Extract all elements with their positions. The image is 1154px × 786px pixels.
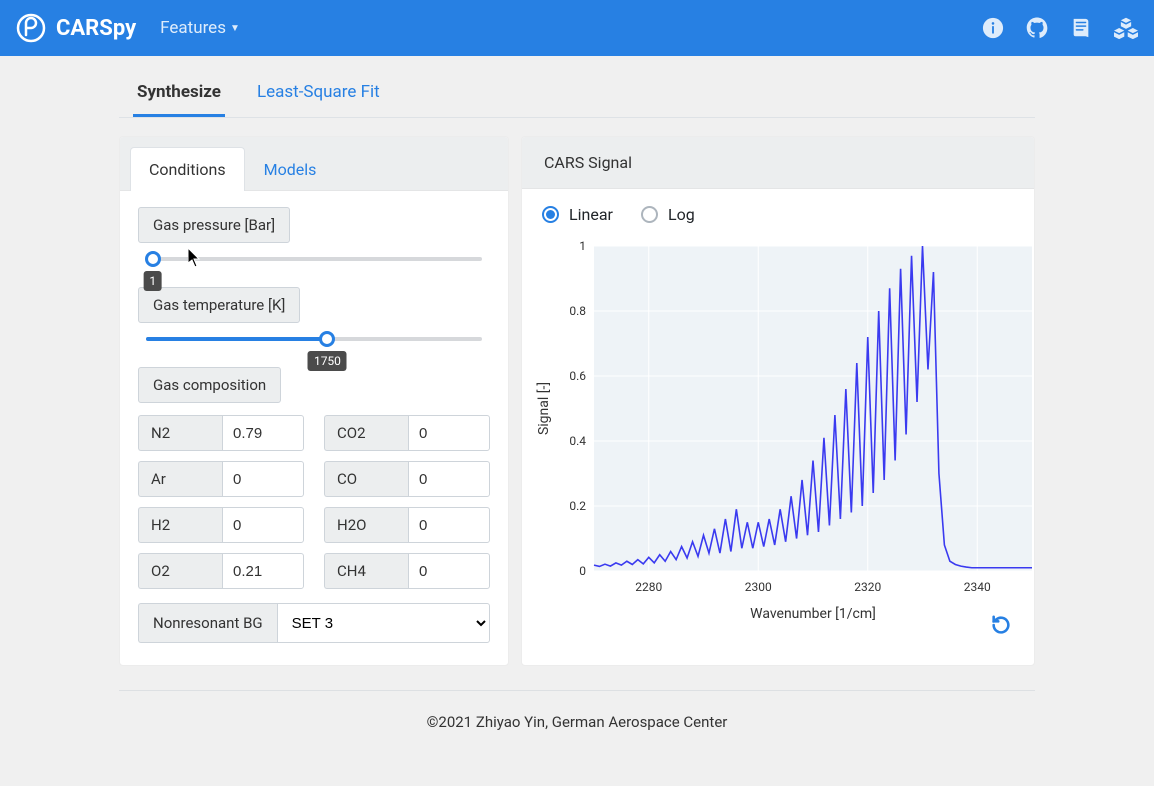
scale-radio-row: Linear Log [542, 205, 1016, 224]
tab-least-square-fit[interactable]: Least-Square Fit [253, 72, 384, 117]
nonresonant-bg-select[interactable]: SET 3 [277, 603, 490, 643]
radio-linear-indicator [542, 206, 559, 223]
conditions-card: Conditions Models Gas pressure [Bar] 1 G [119, 136, 509, 666]
reset-zoom-icon[interactable] [990, 614, 1012, 640]
composition-co2-label: CO2 [324, 415, 408, 451]
pressure-slider[interactable]: 1 [146, 257, 482, 261]
composition-ar-input[interactable] [222, 461, 304, 497]
svg-text:Wavenumber [1/cm]: Wavenumber [1/cm] [750, 606, 876, 622]
conditions-card-header: Conditions Models [120, 137, 508, 191]
tab-synthesize[interactable]: Synthesize [133, 72, 225, 117]
nonresonant-bg-row: Nonresonant BG SET 3 [138, 603, 490, 643]
svg-text:2320: 2320 [854, 580, 881, 594]
radio-log-indicator [641, 206, 658, 223]
svg-text:0.6: 0.6 [569, 369, 586, 383]
svg-text:2340: 2340 [964, 580, 991, 594]
composition-ch4-input[interactable] [408, 553, 490, 589]
temperature-group: Gas temperature [K] 1750 [138, 287, 490, 341]
sub-tabs: Conditions Models [120, 137, 508, 190]
info-icon[interactable] [982, 17, 1004, 39]
nonresonant-bg-label: Nonresonant BG [138, 603, 277, 643]
composition-h2-label: H2 [138, 507, 222, 543]
footer: ©2021 Zhiyao Yin, German Aerospace Cente… [119, 690, 1035, 771]
svg-text:2280: 2280 [635, 580, 662, 594]
pressure-label: Gas pressure [Bar] [138, 207, 290, 243]
signal-card: CARS Signal Linear Log 0 0.2 0.4 0.6 0.8 1 228… [521, 136, 1035, 666]
composition-n2-label: N2 [138, 415, 222, 451]
svg-text:1: 1 [579, 239, 586, 253]
top-tabs: Synthesize Least-Square Fit [119, 72, 1035, 118]
composition-co: CO [324, 461, 490, 497]
composition-h2: H2 [138, 507, 304, 543]
composition-co-label: CO [324, 461, 408, 497]
brand-text: CARSpy [56, 16, 136, 41]
composition-n2-input[interactable] [222, 415, 304, 451]
composition-o2-label: O2 [138, 553, 222, 589]
composition-h2o: H2O [324, 507, 490, 543]
card-row: Conditions Models Gas pressure [Bar] 1 G [119, 136, 1035, 666]
brand-link[interactable]: CARSpy [16, 13, 136, 43]
composition-h2o-label: H2O [324, 507, 408, 543]
svg-text:0.2: 0.2 [569, 499, 586, 513]
composition-ch4: CH4 [324, 553, 490, 589]
composition-label: Gas composition [138, 367, 281, 403]
conditions-body: Gas pressure [Bar] 1 Gas temperature [K]… [120, 191, 508, 665]
signal-card-title: CARS Signal [522, 137, 1034, 189]
svg-text:Signal [-]: Signal [-] [536, 382, 552, 435]
pressure-slider-thumb[interactable] [145, 251, 161, 267]
svg-text:0: 0 [579, 564, 586, 578]
composition-n2: N2 [138, 415, 304, 451]
composition-group: Gas composition N2 CO2 Ar CO H2 H2O O2 CH4 [138, 367, 490, 589]
composition-o2-input[interactable] [222, 553, 304, 589]
composition-co2: CO2 [324, 415, 490, 451]
signal-body: Linear Log 0 0.2 0.4 0.6 0.8 1 2280 2300 2320 234… [522, 189, 1034, 642]
composition-grid: N2 CO2 Ar CO H2 H2O O2 CH4 [138, 415, 490, 589]
svg-text:0.8: 0.8 [569, 304, 586, 318]
composition-h2o-input[interactable] [408, 507, 490, 543]
composition-ch4-label: CH4 [324, 553, 408, 589]
pressure-value-badge: 1 [143, 271, 162, 291]
temperature-slider[interactable]: 1750 [146, 337, 482, 341]
navbar: CARSpy Features ▼ [0, 0, 1154, 56]
composition-o2: O2 [138, 553, 304, 589]
subtab-models[interactable]: Models [245, 147, 336, 191]
svg-text:2300: 2300 [745, 580, 772, 594]
composition-co2-input[interactable] [408, 415, 490, 451]
cubes-icon[interactable] [1114, 17, 1138, 39]
footer-text: ©2021 Zhiyao Yin, German Aerospace Cente… [427, 713, 728, 731]
svg-text:0.4: 0.4 [569, 434, 586, 448]
radio-linear[interactable]: Linear [542, 205, 613, 224]
caret-down-icon: ▼ [230, 23, 240, 34]
nav-right [982, 17, 1138, 39]
features-label: Features [160, 18, 226, 38]
temperature-value-badge: 1750 [308, 351, 347, 371]
main-container: Synthesize Least-Square Fit Conditions M… [107, 72, 1047, 771]
features-dropdown[interactable]: Features ▼ [160, 18, 240, 38]
composition-ar: Ar [138, 461, 304, 497]
radio-linear-label: Linear [569, 205, 613, 224]
composition-co-input[interactable] [408, 461, 490, 497]
subtab-conditions[interactable]: Conditions [130, 147, 245, 191]
github-icon[interactable] [1026, 17, 1048, 39]
composition-ar-label: Ar [138, 461, 222, 497]
temperature-slider-thumb[interactable] [319, 331, 335, 347]
pressure-group: Gas pressure [Bar] 1 [138, 207, 490, 261]
chart-container: 0 0.2 0.4 0.6 0.8 1 2280 2300 2320 2340 Wavenumber… [532, 236, 1016, 636]
composition-h2-input[interactable] [222, 507, 304, 543]
cars-signal-chart[interactable]: 0 0.2 0.4 0.6 0.8 1 2280 2300 2320 2340 Wavenumber… [532, 236, 1035, 626]
temperature-label: Gas temperature [K] [138, 287, 300, 323]
radio-log[interactable]: Log [641, 205, 695, 224]
book-icon[interactable] [1070, 17, 1092, 39]
brand-logo-icon [16, 13, 46, 43]
radio-log-label: Log [668, 205, 695, 224]
